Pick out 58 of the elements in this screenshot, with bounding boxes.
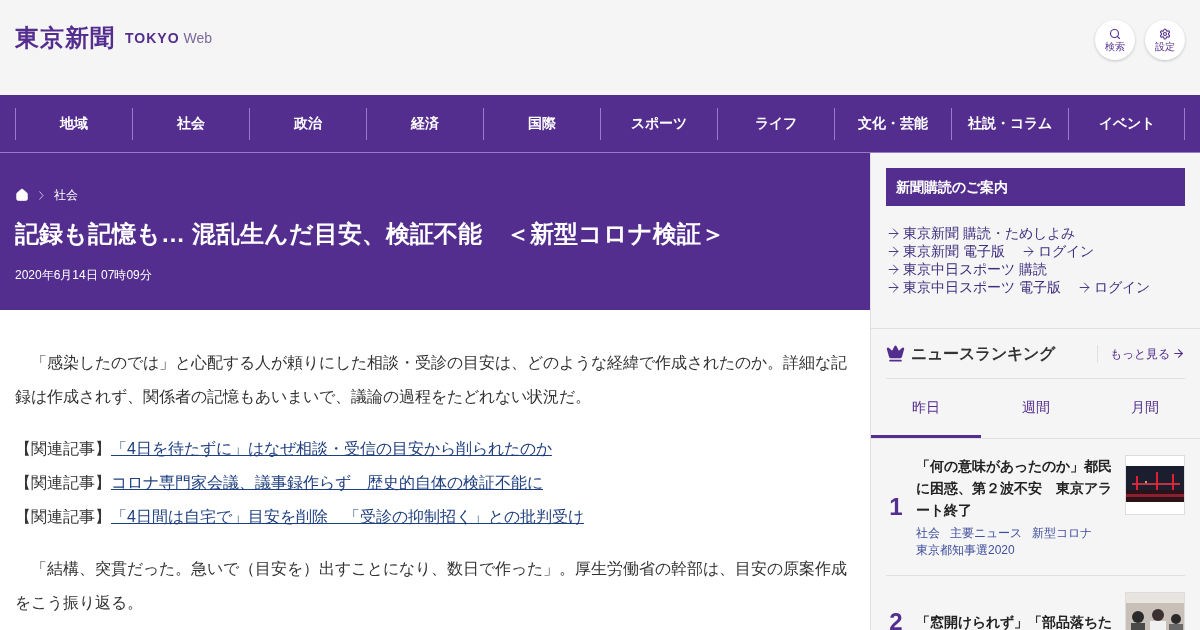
arrow-icon: [886, 225, 901, 241]
nav-link[interactable]: 経済: [366, 107, 483, 140]
nav-link[interactable]: 政治: [249, 107, 366, 140]
article-paragraph: 「結構、突貫だった。急いで（目安を）出すことになり、数日で作った」。厚生労働省の幹部は、目安の原案作成をこう振り返る。: [15, 559, 848, 613]
related-article-link[interactable]: 「4日間は自宅で」目安を削除 「受診の抑制招く」との批判受け: [111, 500, 584, 534]
nav-link[interactable]: 地域: [15, 107, 132, 140]
site-logo[interactable]: 東京新聞: [15, 26, 115, 50]
breadcrumb-link[interactable]: 社会: [54, 186, 78, 204]
arrow-icon: [886, 261, 901, 277]
tag-link[interactable]: 社会: [916, 525, 940, 542]
arrow-icon: [886, 279, 901, 295]
related-label: 【関連記事】: [15, 507, 111, 527]
chevron-icon: [39, 190, 44, 200]
logo-tagline-web: Web: [183, 29, 213, 48]
nav-link[interactable]: 社説・コラム: [951, 107, 1068, 140]
nav-link[interactable]: 国際: [483, 107, 600, 140]
ranking-title: ニュースランキング: [911, 343, 1055, 364]
rank-number: 2: [888, 607, 904, 630]
home-icon[interactable]: [15, 188, 29, 202]
nav-link[interactable]: ライフ: [717, 107, 834, 140]
tag-link[interactable]: 新型コロナ: [1032, 525, 1092, 542]
rank-number: 1: [888, 492, 904, 522]
tag-link[interactable]: 東京都知事選2020: [916, 542, 1015, 559]
nav-link[interactable]: 文化・芸能: [834, 107, 951, 140]
crown-icon: [886, 344, 905, 363]
arrow-icon: [886, 243, 901, 259]
nav-link[interactable]: スポーツ: [600, 107, 717, 140]
article-paragraph: 「感染したのでは」と心配する人が頼りにした相談・受診の目安は、どのような経緯で作成されたのか。詳細な記録は作成されず、関係者の記憶もあいまいで、議論の過程をたどれない状況だ。: [15, 353, 848, 407]
settings-button[interactable]: 設定: [1145, 20, 1185, 60]
subscription-heading: 新聞購読のご案内: [886, 168, 1185, 206]
subscription-link[interactable]: 東京新聞 電子版: [886, 242, 1005, 260]
subscription-link[interactable]: 東京中日スポーツ 購読: [886, 260, 1047, 278]
ranking-article-link[interactable]: 「何の意味があったのか」都民に困惑、第２波不安 東京アラート終了: [916, 455, 1115, 521]
ranking-tab[interactable]: 昨日: [871, 379, 981, 438]
ranking-tab[interactable]: 月間: [1090, 379, 1200, 438]
tag-link[interactable]: 主要ニュース: [950, 525, 1022, 542]
article-date: 2020年6月14日 07時09分: [15, 267, 153, 284]
settings-icon: [1159, 28, 1171, 40]
subscription-link[interactable]: ログイン: [1020, 242, 1094, 260]
subscription-link[interactable]: 東京新聞 購読・ためしよみ: [886, 224, 1075, 242]
arrow-icon: [1172, 347, 1185, 360]
ranking-article-link[interactable]: 「窓開けられず」「部品落ちた: [916, 611, 1115, 630]
related-label: 【関連記事】: [15, 439, 111, 459]
related-article-link[interactable]: 「4日を待たずに」はなぜ相談・受信の目安から削られたのか: [111, 432, 552, 466]
nav-link[interactable]: 社会: [132, 107, 249, 140]
related-article-link[interactable]: コロナ専門家会議、議事録作らず 歴史的自体の検証不能に: [111, 466, 543, 500]
search-icon: [1109, 28, 1121, 40]
subscription-link[interactable]: 東京中日スポーツ 電子版: [886, 278, 1061, 296]
subscription-link[interactable]: ログイン: [1076, 278, 1150, 296]
article-title: 記録も記憶も… 混乱生んだ目安、検証不能 ＜新型コロナ検証＞: [15, 219, 726, 249]
search-button[interactable]: 検索: [1095, 20, 1135, 60]
ranking-tab[interactable]: 週間: [980, 379, 1091, 438]
logo-tagline: TOKYO: [125, 29, 180, 48]
more-link[interactable]: もっと見る: [1097, 344, 1185, 363]
nav-link[interactable]: イベント: [1068, 107, 1185, 140]
related-label: 【関連記事】: [15, 473, 111, 493]
arrow-icon: [1076, 279, 1092, 295]
arrow-icon: [1020, 243, 1036, 259]
